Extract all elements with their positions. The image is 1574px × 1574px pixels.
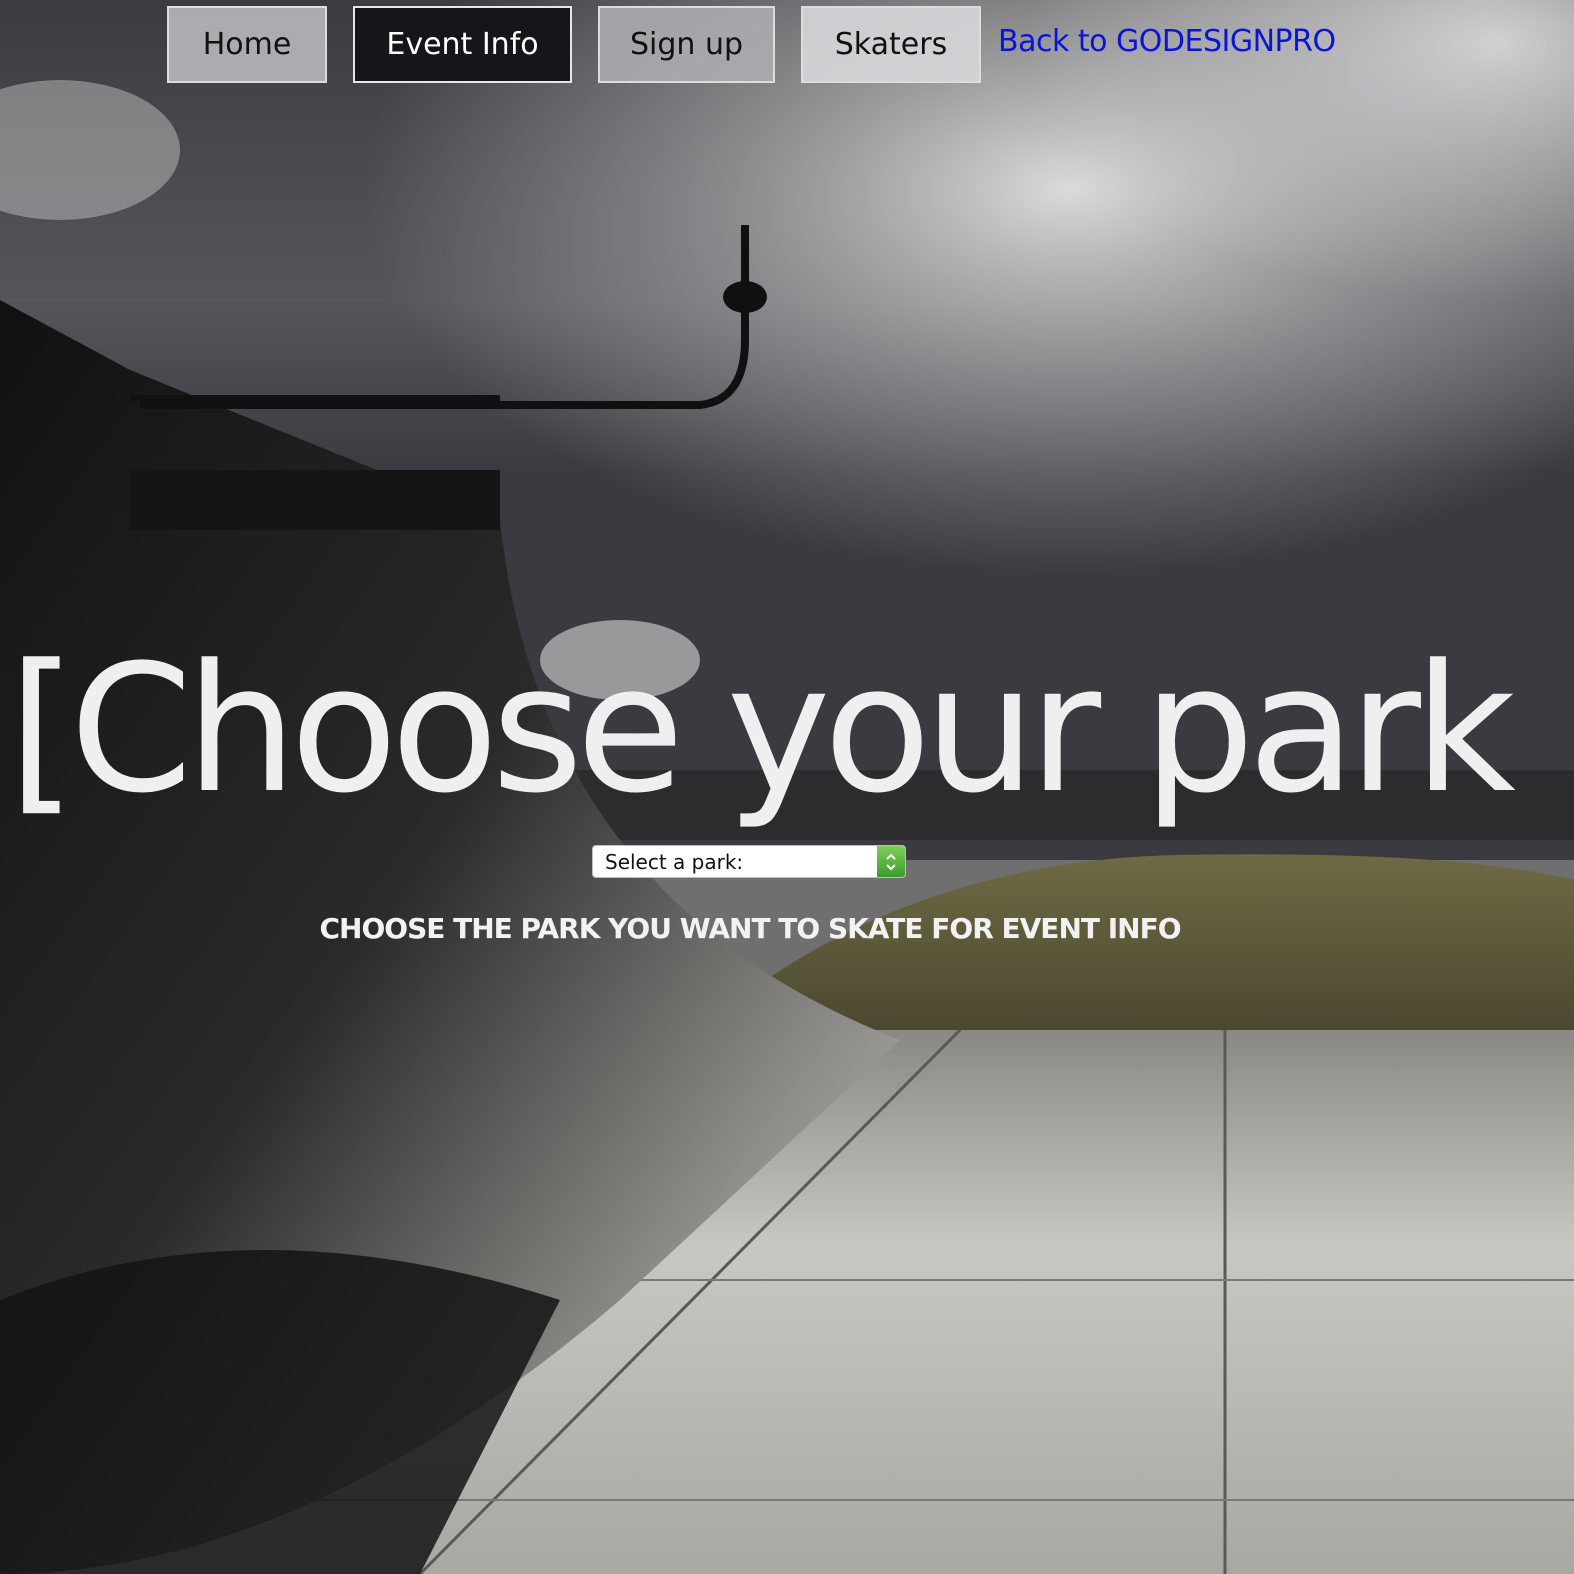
nav-home-label: Home <box>202 27 292 62</box>
nav-home-button[interactable]: Home <box>167 6 327 83</box>
park-select-dropdown[interactable]: Select a park: <box>592 845 906 878</box>
nav-event-info-label: Event Info <box>386 27 539 62</box>
page: Home Event Info Sign up Skaters Back to … <box>0 0 1574 1574</box>
nav-skaters-button[interactable]: Skaters <box>801 6 981 83</box>
nav-event-info-button[interactable]: Event Info <box>353 6 572 83</box>
page-title: [Choose your park <box>8 627 1516 832</box>
nav-skaters-label: Skaters <box>834 27 948 62</box>
nav-signup-button[interactable]: Sign up <box>598 6 775 83</box>
select-stepper-icon <box>877 846 905 877</box>
instruction-text: CHOOSE THE PARK YOU WANT TO SKATE FOR EV… <box>319 912 1181 945</box>
park-select-value: Select a park: <box>605 849 744 874</box>
nav-signup-label: Sign up <box>629 27 744 62</box>
back-to-godesignpro-link[interactable]: Back to GODESIGNPRO <box>998 24 1336 59</box>
